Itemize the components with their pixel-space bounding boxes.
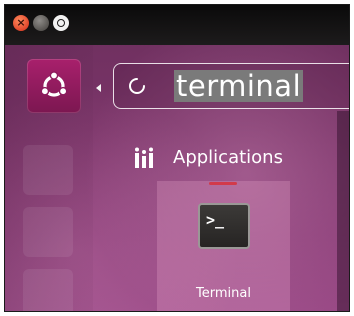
panel-edge xyxy=(337,111,349,311)
applications-icon xyxy=(135,147,153,168)
terminal-prompt: >_ xyxy=(206,211,225,229)
active-indicator-icon xyxy=(96,84,101,92)
title-bar: × xyxy=(5,5,349,45)
search-field[interactable]: terminal xyxy=(113,63,349,109)
result-label: Terminal xyxy=(196,286,251,301)
launcher-item-ghost[interactable] xyxy=(23,145,73,195)
close-button[interactable]: × xyxy=(13,15,29,31)
minimize-button[interactable] xyxy=(33,15,49,31)
launcher-item-ghost[interactable] xyxy=(23,207,73,257)
dash-overlay: × terminal Applications >_ Terminal xyxy=(4,4,350,312)
spinner-icon xyxy=(129,78,145,94)
ubuntu-logo-icon xyxy=(40,71,68,97)
result-hint-bar xyxy=(209,182,237,185)
category-heading[interactable]: Applications xyxy=(173,144,283,172)
close-icon: × xyxy=(16,16,26,29)
terminal-icon: >_ xyxy=(198,203,250,249)
maximize-button[interactable] xyxy=(53,15,69,31)
result-terminal[interactable]: >_ Terminal xyxy=(157,181,290,311)
dash-home-button[interactable] xyxy=(27,59,81,113)
launcher-item-ghost[interactable] xyxy=(23,269,73,311)
search-query[interactable]: terminal xyxy=(174,70,304,102)
